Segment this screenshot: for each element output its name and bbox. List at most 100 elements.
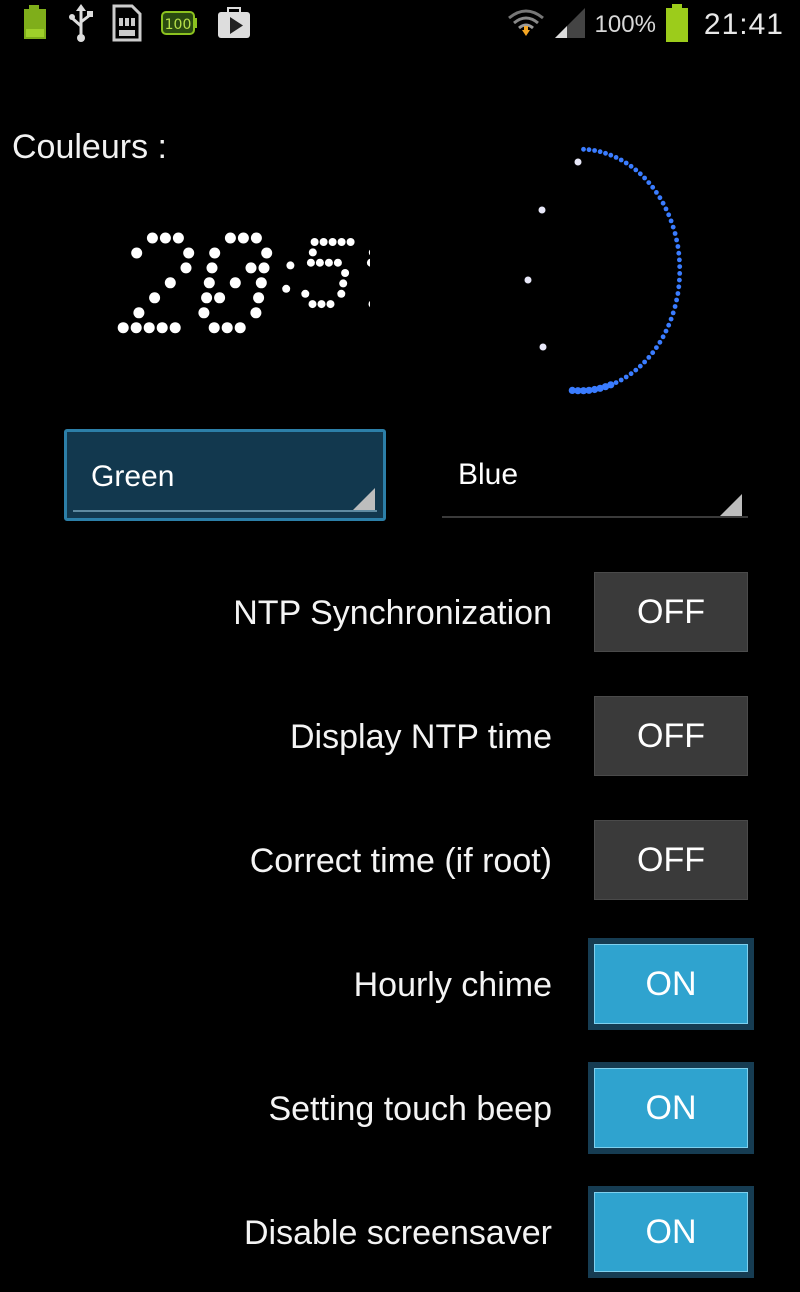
seconds-dot [613,155,619,160]
seconds-dot [568,386,576,394]
setting-label: Correct time (if root) [249,842,552,880]
clock-dot [183,247,195,259]
seconds-dot [603,150,608,156]
clock-dot [143,322,155,334]
clock-dot [250,307,262,319]
ntp-sync-toggle[interactable]: OFF [594,572,748,652]
clock-dot [326,300,335,309]
clock-dot [261,247,273,259]
play-store-icon [216,6,252,45]
signal-icon [553,6,587,45]
clock-dot [180,262,192,274]
hour-marker-dot [538,206,546,214]
correct-time-toggle[interactable]: OFF [594,820,748,900]
clock-dot [224,232,236,244]
seconds-dot [657,195,663,201]
clock-color-spinner[interactable]: Green [64,429,386,521]
seconds-dot [663,206,669,212]
seconds-dot [670,224,676,230]
clock-dot [117,322,129,334]
clock-dot [366,258,370,267]
clock-dot [337,238,346,246]
clock-dot [149,292,161,304]
clock-dot [130,322,142,334]
seconds-dot [618,377,624,383]
setting-disable-screensaver: Disable screensaver ON [0,1192,800,1292]
seconds-dot [675,291,681,296]
battery-full-icon [20,4,50,46]
clock-dot [328,238,337,246]
notification-icons: 100 [20,3,270,47]
analog-clock-preview [524,146,683,395]
touch-beep-toggle[interactable]: ON [594,1068,748,1148]
clock-dot [301,289,310,298]
dropdown-corner-icon [353,488,375,510]
clock-dot [234,322,246,334]
clock-dot [282,284,291,293]
seconds-dot [677,257,682,263]
seconds-dot [608,152,614,158]
seconds-dot [670,310,676,316]
sd-card-icon [112,4,142,47]
setting-label: Disable screensaver [243,1214,552,1252]
clock-dot [164,277,176,289]
seconds-color-value: Blue [458,458,519,491]
seconds-dot [592,148,597,153]
seconds-dot [677,277,682,283]
seconds-dot [618,157,624,163]
seconds-dot [666,322,672,328]
clock-dot [133,307,145,319]
seconds-dot [654,190,659,195]
clock-dot [169,322,181,334]
seconds-dot [674,237,679,243]
setting-label: Display NTP time [290,718,552,756]
seconds-dot [637,363,643,369]
seconds-dot [660,334,666,340]
display-ntp-time-toggle[interactable]: OFF [594,696,748,776]
digital-clock-preview [117,232,370,334]
seconds-dot [642,175,647,181]
seconds-dot [672,304,678,309]
disable-screensaver-toggle[interactable]: ON [594,1192,748,1272]
clock-dot [341,269,350,277]
seconds-dot [628,163,634,169]
seconds-dot [676,250,682,256]
seconds-dot [668,316,674,322]
seconds-dot [674,297,679,303]
clock-dot [245,262,257,274]
seconds-dot [623,374,629,380]
clock-dot [250,232,262,244]
seconds-dot [613,380,619,385]
clock-dot [317,300,326,309]
setting-hourly-chime: Hourly chime ON [0,944,800,1044]
seconds-dot [657,339,663,345]
status-bar: 100 100% 21:41 [0,0,800,50]
seconds-color-spinner[interactable]: Blue [440,432,750,524]
clock-dot [208,322,220,334]
clock-dot [253,292,265,304]
seconds-dot [646,180,652,185]
clock-dot [229,277,241,289]
setting-ntp-sync: NTP Synchronization OFF [0,572,800,672]
clock-dot [339,279,348,288]
hourly-chime-toggle[interactable]: ON [594,944,748,1024]
seconds-dot [668,218,674,224]
system-icons: 100% 21:41 [499,3,784,46]
clock-dot [221,322,233,334]
seconds-dot [581,146,586,152]
clock-dot [198,307,210,319]
setting-correct-time: Correct time (if root) OFF [0,820,800,920]
clock-dot [131,247,143,259]
clock-dot [308,300,317,309]
clock-color-value: Green [91,460,175,493]
seconds-dot [675,244,681,249]
clock-dot [337,289,346,298]
clock-dot [203,277,215,289]
seconds-dot [660,200,666,206]
setting-label: NTP Synchronization [233,594,552,632]
clock-dot [315,258,324,267]
clock-dot [159,232,171,244]
clock-dot [214,292,226,304]
seconds-dot [646,355,652,360]
seconds-dot [677,264,683,269]
